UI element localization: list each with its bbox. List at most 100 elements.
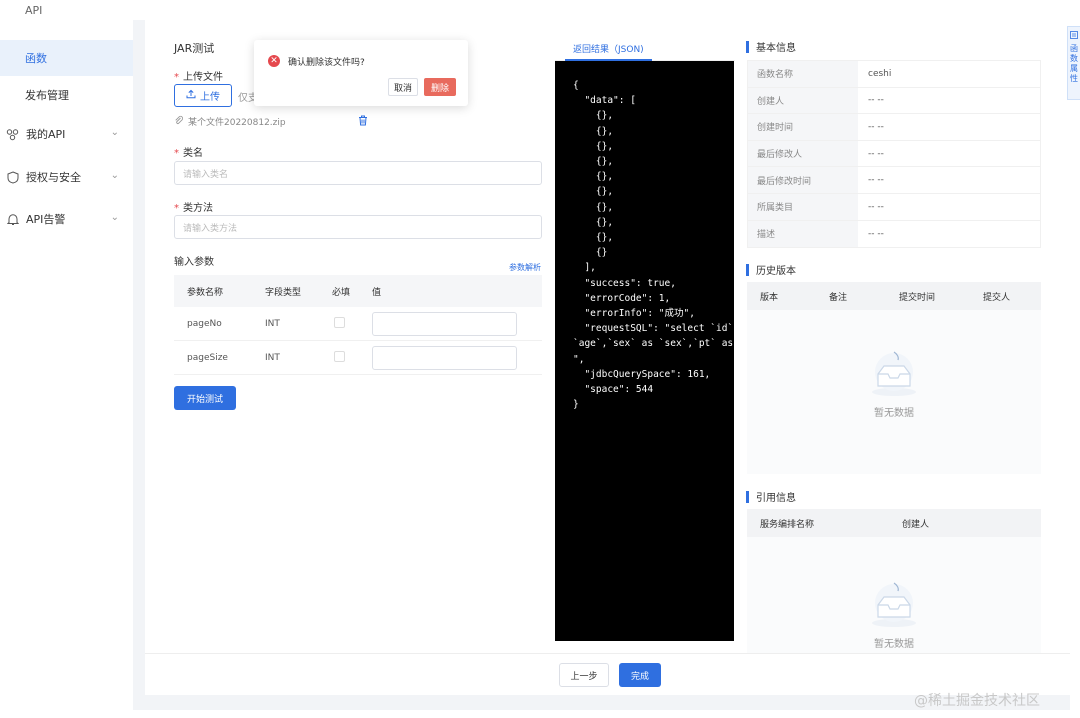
info-value: -- -- [868,121,884,132]
previous-step-button[interactable]: 上一步 [559,663,609,687]
info-value: -- -- [868,148,884,159]
sidebar-item-label: 函数 [25,52,47,65]
reference-table: 服务编排名称 创建人 暂无数据 [747,509,1041,655]
sidebar-item-label: API告警 [26,213,66,226]
watermark: @稀土掘金技术社区 [914,693,1040,709]
class-name-input[interactable]: 请输入类名 [174,161,542,185]
confirm-delete-button[interactable]: 删除 [424,78,456,96]
required-cell [332,350,372,365]
param-value-input[interactable] [372,345,517,370]
sidebar-item-publish[interactable]: 发布管理 [0,77,133,113]
json-line: "data": [ [573,95,636,107]
section-marker [746,490,749,503]
footer-bar: 上一步 完成 [145,653,1070,695]
column-header: 参数名称 [187,287,224,298]
class-label-text: 类名 [183,148,203,159]
column-header: 提交人 [983,292,1011,303]
value-cell [372,311,542,336]
sidebar-item-api-alert[interactable]: API告警 ⌄ [0,201,133,237]
json-line: "success": true, [573,277,676,289]
param-name: pageSize [187,352,228,363]
info-row: 最后修改人 -- -- [748,140,1040,168]
info-value: -- -- [868,201,884,212]
json-line: ], [573,262,596,274]
json-result-viewer: { "data": [ {}, {}, {}, {}, {}, {}, {}, … [555,61,734,641]
info-value: -- -- [868,228,884,239]
finish-button[interactable]: 完成 [619,663,661,687]
value-cell [372,345,542,370]
upload-button[interactable]: 上传 [174,84,232,107]
tab-json-result[interactable]: 返回结果（JSON) [565,42,652,61]
param-name: pageNo [187,318,222,329]
method-field-label: * 类方法 [174,199,213,214]
required-checkbox[interactable] [334,316,345,328]
column-header: 值 [372,287,382,298]
sidebar-item-functions[interactable]: 函数 [0,40,133,76]
file-name: 某个文件20220812.zip [188,118,286,128]
upload-field-label: * 上传文件 [174,68,223,83]
info-key: 最后修改人 [748,140,858,167]
start-test-button[interactable]: 开始测试 [174,386,236,410]
upload-label-text: 上传文件 [183,72,223,83]
sidebar-item-auth-security[interactable]: 授权与安全 ⌄ [0,159,133,195]
sidebar-item-label: 授权与安全 [26,171,81,184]
column-header: 版本 [760,292,779,303]
chevron-down-icon: ⌄ [110,170,119,181]
param-value-input[interactable] [372,311,517,336]
json-line: {}, [573,171,614,183]
basic-info-heading: 基本信息 [746,39,796,54]
column-header: 服务编排名称 [760,519,815,530]
param-type: INT [265,318,280,329]
required-checkbox[interactable] [334,350,345,362]
json-line: {}, [573,232,614,244]
sidebar-item-my-api[interactable]: 我的API ⌄ [0,116,133,152]
history-table: 版本 备注 提交时间 提交人 暂无数据 [747,282,1041,474]
empty-text: 暂无数据 [874,408,914,419]
json-line: "space": 544 [573,384,654,396]
required-star: * [174,148,179,159]
section-title: 历史版本 [756,266,796,277]
uploaded-file: 某个文件20220812.zip [174,115,286,128]
column-header: 字段类型 [265,287,302,298]
json-line: "requestSQL": "select `id` as [573,323,734,335]
json-line: {}, [573,140,614,152]
json-line: "errorCode": 1, [573,292,671,304]
reference-heading: 引用信息 [746,489,796,504]
param-parse-link[interactable]: 参数解析 [509,262,541,273]
json-line: {}, [573,156,614,168]
function-properties-tab[interactable]: 函数属性 [1067,26,1080,100]
sidebar-item-label: API [25,3,43,17]
info-key: 创建时间 [748,114,858,140]
upload-button-label: 上传 [200,92,220,103]
section-marker [746,40,749,53]
paperclip-icon [174,115,184,128]
column-header: 提交时间 [899,292,936,303]
json-line: {}, [573,216,614,228]
cancel-button[interactable]: 取消 [388,78,418,96]
json-line: { [573,80,579,91]
delete-confirm-popover: ✕ 确认删除该文件吗? 取消 删除 [254,40,468,106]
class-field-label: * 类名 [174,144,203,159]
params-table-header: 参数名称 字段类型 必填 值 [174,275,542,307]
method-label-text: 类方法 [183,203,213,214]
json-line: {} [573,247,608,259]
form-title: JAR测试 [174,42,215,55]
info-row: 创建时间 -- -- [748,114,1040,141]
empty-box-icon [872,582,916,627]
side-tab-label: 函数属性 [1070,44,1078,83]
params-table: 参数名称 字段类型 必填 值 pageNo INT pageSize INT [174,275,542,375]
json-line: {}, [573,201,614,213]
info-row: 所属类目 -- -- [748,193,1040,221]
shield-icon [6,170,19,184]
history-empty-state: 暂无数据 [747,348,1041,419]
class-method-input[interactable]: 请输入类方法 [174,215,542,239]
chevron-down-icon: ⌄ [110,127,119,138]
json-line: `age`,`sex` as `sex`,`pt` as `pt` f [573,338,734,350]
delete-file-icon[interactable] [358,115,368,129]
empty-box-icon [872,351,916,396]
info-key: 最后修改时间 [748,167,858,193]
json-line: "errorInfo": "成功", [573,308,695,320]
sidebar-item-api[interactable]: API [0,0,133,24]
properties-icon [1070,31,1078,42]
history-heading: 历史版本 [746,262,796,277]
